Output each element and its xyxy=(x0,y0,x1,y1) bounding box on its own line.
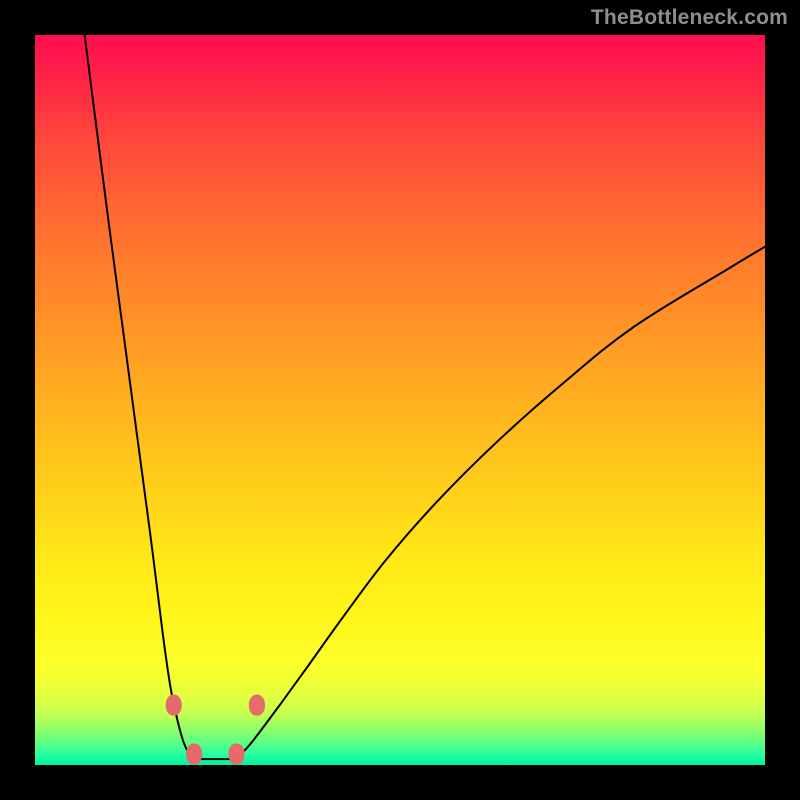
watermark-text: TheBottleneck.com xyxy=(591,6,788,30)
curve-marker xyxy=(229,744,244,764)
curve-left-branch xyxy=(85,35,200,759)
curve-right-branch xyxy=(232,247,765,759)
plot-area xyxy=(35,35,765,765)
chart-frame: TheBottleneck.com xyxy=(0,0,800,800)
curve-marker xyxy=(249,695,264,715)
curve-marker xyxy=(187,744,202,764)
curve-group xyxy=(85,35,765,759)
curve-svg xyxy=(35,35,765,765)
curve-marker xyxy=(166,695,181,715)
marker-group xyxy=(166,695,264,764)
